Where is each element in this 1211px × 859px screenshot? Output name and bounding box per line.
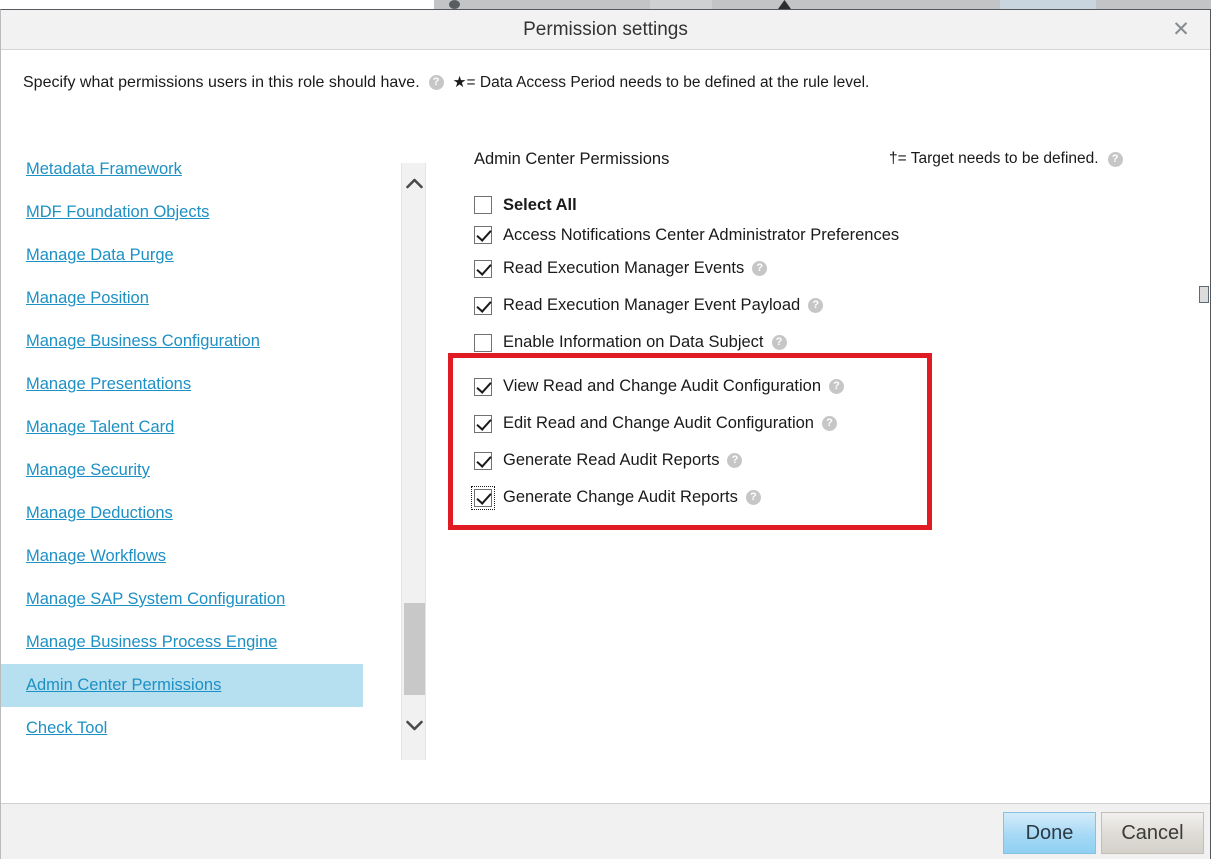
sidebar-item-label[interactable]: Manage Deductions [26, 504, 173, 523]
checkbox-edit-read-and-change-audit-configuration[interactable] [474, 414, 492, 433]
edge-widget-icon [1199, 286, 1209, 303]
audit-permission-group: View Read and Change Audit Configuration… [471, 368, 845, 516]
bg-circle-icon [449, 0, 460, 9]
sidebar-item-manage-presentations[interactable]: Manage Presentations [1, 363, 401, 406]
permission-row-view-read-and-change-audit-configuration[interactable]: View Read and Change Audit Configuration… [474, 368, 845, 405]
background-page-strip [0, 0, 1211, 9]
permission-row-generate-change-audit-reports[interactable]: Generate Change Audit Reports ? [471, 479, 844, 516]
help-icon[interactable]: ? [808, 298, 824, 313]
sidebar-item-label[interactable]: Manage SAP System Configuration [26, 590, 285, 609]
checkbox-select-all[interactable] [474, 196, 492, 214]
dagger-legend-text: †= Target needs to be defined. [889, 150, 1099, 167]
sidebar-item-manage-position[interactable]: Manage Position [1, 277, 401, 320]
sidebar-item-label[interactable]: Metadata Framework [26, 160, 182, 179]
sidebar-item-manage-security[interactable]: Manage Security [1, 449, 401, 492]
help-icon[interactable]: ? [1107, 151, 1123, 167]
help-icon[interactable]: ? [771, 335, 787, 350]
category-list-scrollbar[interactable] [401, 163, 426, 760]
checkbox-enable-information-on-data-subject[interactable] [474, 333, 492, 352]
sidebar-item-label[interactable]: Manage Business Process Engine [26, 633, 277, 652]
close-icon[interactable]: ✕ [1168, 18, 1194, 44]
sidebar-item-label[interactable]: Admin Center Permissions [26, 676, 221, 695]
done-button[interactable]: Done [1003, 812, 1096, 854]
help-icon[interactable]: ? [829, 379, 845, 394]
sidebar-item-label[interactable]: MDF Foundation Objects [26, 203, 209, 222]
screen-root: Permission settings ✕ Specify what permi… [0, 0, 1211, 859]
sidebar-item-label[interactable]: Manage Data Purge [26, 246, 174, 265]
permission-label: Select All [503, 195, 577, 214]
sidebar-item-label[interactable]: Manage Position [26, 289, 149, 308]
permission-label: Generate Read Audit Reports [503, 451, 720, 469]
permission-label: Generate Change Audit Reports [503, 488, 738, 506]
dialog-titlebar: Permission settings ✕ [1, 10, 1210, 50]
instruction-row: Specify what permissions users in this r… [23, 73, 869, 92]
permission-row-read-execution-manager-events[interactable]: Read Execution Manager Events ? [474, 250, 1174, 287]
permission-label: Read Execution Manager Events [503, 259, 745, 277]
permission-label: Read Execution Manager Event Payload [503, 296, 801, 314]
sidebar-item-manage-workflows[interactable]: Manage Workflows [1, 535, 401, 578]
cancel-button[interactable]: Cancel [1101, 812, 1204, 854]
help-icon[interactable]: ? [752, 261, 768, 276]
help-icon[interactable]: ? [745, 490, 761, 505]
checkbox-read-execution-manager-events[interactable] [474, 259, 492, 278]
checkbox-read-execution-manager-event-payload[interactable] [474, 296, 492, 315]
scroll-up-icon[interactable] [402, 171, 427, 196]
permission-settings-dialog: Permission settings ✕ Specify what permi… [0, 9, 1211, 859]
bg-toolbar-segment [1000, 0, 1096, 9]
sidebar-item-manage-data-purge[interactable]: Manage Data Purge [1, 234, 401, 277]
bg-toolbar-segment [650, 0, 712, 9]
permission-label: Edit Read and Change Audit Configuration [503, 414, 814, 432]
permission-row-generate-read-audit-reports[interactable]: Generate Read Audit Reports ? [474, 442, 844, 479]
sidebar-item-manage-sap-system-configuration[interactable]: Manage SAP System Configuration [1, 578, 401, 621]
permission-row-edit-read-and-change-audit-configuration[interactable]: Edit Read and Change Audit Configuration… [474, 405, 844, 442]
sidebar-item-manage-business-configuration[interactable]: Manage Business Configuration [1, 320, 401, 363]
sidebar-item-check-tool[interactable]: Check Tool [1, 707, 401, 750]
dialog-body: Specify what permissions users in this r… [1, 50, 1210, 803]
checkbox-access-notifications-center-administrator-preferences[interactable] [474, 226, 492, 244]
sidebar-item-label[interactable]: Manage Business Configuration [26, 332, 260, 351]
permission-label: Access Notifications Center Administrato… [503, 225, 900, 244]
permission-label: Enable Information on Data Subject [503, 333, 764, 351]
permission-label: View Read and Change Audit Configuration [503, 377, 822, 395]
sidebar-item-mdf-foundation-objects[interactable]: MDF Foundation Objects [1, 191, 401, 234]
permission-row-access-notifications-center-administrator-preferences[interactable]: Access Notifications Center Administrato… [474, 220, 1174, 250]
nav-list: Metadata Framework MDF Foundation Object… [1, 148, 401, 750]
bg-toolbar-segment [712, 0, 1000, 9]
bg-toolbar-segment [1096, 0, 1211, 9]
sidebar-item-metadata-framework[interactable]: Metadata Framework [1, 148, 401, 191]
permission-checkbox-list: Select All Access Notifications Center A… [474, 190, 1174, 361]
permission-row-select-all[interactable]: Select All [474, 190, 1174, 220]
dialog-footer: Done Cancel [1, 803, 1210, 859]
permission-row-enable-information-on-data-subject[interactable]: Enable Information on Data Subject ? [474, 324, 1174, 361]
scroll-down-icon[interactable] [402, 713, 427, 738]
permission-category-list: Metadata Framework MDF Foundation Object… [1, 148, 401, 763]
permission-row-read-execution-manager-event-payload[interactable]: Read Execution Manager Event Payload ? [474, 287, 1174, 324]
sidebar-item-manage-talent-card[interactable]: Manage Talent Card [1, 406, 401, 449]
sidebar-item-label[interactable]: Manage Workflows [26, 547, 166, 566]
sidebar-item-manage-business-process-engine[interactable]: Manage Business Process Engine [1, 621, 401, 664]
checkbox-generate-read-audit-reports[interactable] [474, 451, 492, 470]
help-icon[interactable]: ? [428, 75, 444, 90]
sidebar-item-manage-deductions[interactable]: Manage Deductions [1, 492, 401, 535]
panel-heading: Admin Center Permissions [474, 150, 670, 168]
dagger-legend-note: †= Target needs to be defined. ? [889, 150, 1123, 168]
help-icon[interactable]: ? [821, 416, 837, 431]
sidebar-item-label[interactable]: Manage Presentations [26, 375, 191, 394]
checkbox-view-read-and-change-audit-configuration[interactable] [474, 377, 492, 396]
help-icon[interactable]: ? [727, 453, 743, 468]
sidebar-item-admin-center-permissions[interactable]: Admin Center Permissions [1, 664, 363, 707]
bg-toolbar-segment [434, 0, 650, 9]
dialog-title: Permission settings [523, 19, 688, 40]
checkbox-generate-change-audit-reports[interactable] [471, 485, 495, 510]
sidebar-item-label[interactable]: Manage Talent Card [26, 418, 174, 437]
star-legend-note: ★= Data Access Period needs to be define… [452, 74, 870, 91]
sidebar-item-label[interactable]: Manage Security [26, 461, 150, 480]
sidebar-item-label[interactable]: Check Tool [26, 719, 107, 738]
instruction-text: Specify what permissions users in this r… [23, 73, 420, 91]
scrollbar-thumb[interactable] [404, 603, 425, 695]
